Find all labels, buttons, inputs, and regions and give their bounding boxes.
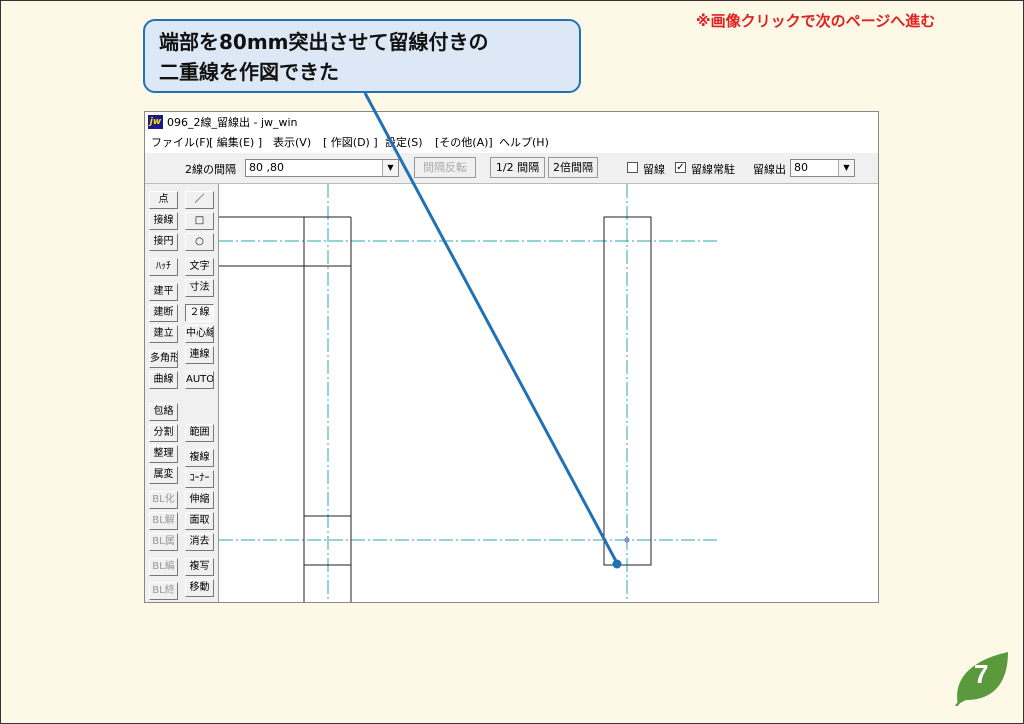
tool-line[interactable]: ／ (185, 191, 214, 209)
next-page-notice[interactable]: ※画像クリックで次のページへ進む (696, 10, 1016, 31)
tool-stretch[interactable]: 伸縮 (185, 491, 214, 509)
tool-block-attribute[interactable]: BL属 (149, 533, 178, 551)
tool-block-create[interactable]: BL化 (149, 491, 178, 509)
chevron-down-icon[interactable]: ▼ (838, 160, 854, 176)
constant-label: 留線常駐 (691, 163, 735, 176)
tool-erase[interactable]: 消去 (185, 533, 214, 551)
menu-help[interactable]: ヘルプ(H) (499, 133, 549, 153)
page-number: 7 (974, 659, 989, 689)
tool-options-bar: 2線の間隔 80 ,80 ▼ 間隔反転 1/2 間隔 2倍間隔 留線 ✓ 留線常… (145, 153, 878, 184)
spacing-combo[interactable]: 80 ,80 ▼ (245, 159, 399, 177)
callout-line-2: 二重線を作図できた (159, 60, 339, 84)
tool-attribute-change[interactable]: 属変 (149, 466, 178, 484)
invert-spacing-button[interactable]: 間隔反転 (414, 157, 476, 178)
tool-text[interactable]: 文字 (185, 258, 214, 276)
menu-edit[interactable]: [ 編集(E) ] (209, 133, 262, 153)
callout-box: 端部を80mm突出させて留線付きの 二重線を作図できた (143, 19, 581, 93)
tool-center-line[interactable]: 中心線 (185, 325, 214, 343)
title-bar: jw 096_2線_留線出 - jw_win (145, 112, 878, 133)
spacing-label: 2線の間隔 (185, 163, 236, 176)
tool-elevation[interactable]: 建立 (149, 325, 178, 343)
drawing-canvas[interactable] (219, 184, 878, 602)
tool-auto[interactable]: AUTO (185, 371, 214, 389)
double-spacing-button[interactable]: 2倍間隔 (548, 157, 598, 178)
extend-label: 留線出 (753, 163, 786, 176)
menu-other[interactable]: [その他(A)] (435, 133, 493, 153)
jw-logo-icon: jw (148, 115, 163, 129)
tool-plan[interactable]: 建平 (149, 283, 178, 301)
tool-point[interactable]: 点 (149, 191, 178, 209)
tool-block-release[interactable]: BL解 (149, 512, 178, 530)
tool-block-edit[interactable]: BL編 (149, 558, 178, 576)
tool-arrange[interactable]: 整理 (149, 445, 178, 463)
tool-polygon[interactable]: 多角形 (149, 350, 178, 368)
tome-checkbox[interactable] (627, 162, 638, 173)
tool-curve[interactable]: 曲線 (149, 371, 178, 389)
tool-move[interactable]: 移動 (185, 579, 214, 597)
tool-hatch[interactable]: ﾊｯﾁ (149, 258, 178, 276)
tool-tangent-circle[interactable]: 接円 (149, 233, 178, 251)
tool-divide[interactable]: 分割 (149, 424, 178, 442)
menu-settings[interactable]: 設定(S) (385, 133, 423, 153)
callout-line-1: 端部を80mm突出させて留線付きの (159, 30, 489, 54)
constant-checkbox[interactable]: ✓ (675, 162, 686, 173)
tool-chamfer[interactable]: 面取 (185, 512, 214, 530)
tool-circle[interactable]: ○ (185, 233, 214, 251)
page-number-badge: 7 (952, 650, 1010, 707)
tool-palette: 点 接線 接円 ﾊｯﾁ 建平 建断 建立 多角形 曲線 包絡 分割 整理 属変 … (145, 184, 219, 602)
spacing-value: 80 ,80 (249, 161, 284, 174)
tool-corner[interactable]: ｺｰﾅｰ (185, 470, 214, 488)
extend-value: 80 (794, 161, 808, 174)
menu-bar: ファイル(F) [ 編集(E) ] 表示(V) [ 作図(D) ] 設定(S) … (145, 133, 878, 153)
tool-block-end[interactable]: BL終 (149, 582, 178, 600)
tool-dimension[interactable]: 寸法 (185, 279, 214, 297)
tool-connect-line[interactable]: 連線 (185, 346, 214, 364)
jw-win-window: jw 096_2線_留線出 - jw_win ファイル(F) [ 編集(E) ]… (144, 111, 879, 603)
menu-file[interactable]: ファイル(F) (151, 133, 210, 153)
tool-copy-line[interactable]: 複線 (185, 449, 214, 467)
tool-range[interactable]: 範囲 (185, 424, 214, 442)
drawing-svg (219, 184, 719, 602)
tool-envelope[interactable]: 包絡 (149, 403, 178, 421)
tool-section[interactable]: 建断 (149, 304, 178, 322)
window-title: 096_2線_留線出 - jw_win (167, 116, 298, 129)
extend-combo[interactable]: 80 ▼ (790, 159, 855, 177)
half-spacing-button[interactable]: 1/2 間隔 (490, 157, 545, 178)
tool-tangent-line[interactable]: 接線 (149, 212, 178, 230)
tool-rectangle[interactable]: □ (185, 212, 214, 230)
tool-double-line[interactable]: ２線 (185, 304, 214, 322)
chevron-down-icon[interactable]: ▼ (382, 160, 398, 176)
tome-label: 留線 (643, 163, 665, 176)
tool-duplicate[interactable]: 複写 (185, 558, 214, 576)
menu-view[interactable]: 表示(V) (273, 133, 311, 153)
menu-draw[interactable]: [ 作図(D) ] (323, 133, 378, 153)
